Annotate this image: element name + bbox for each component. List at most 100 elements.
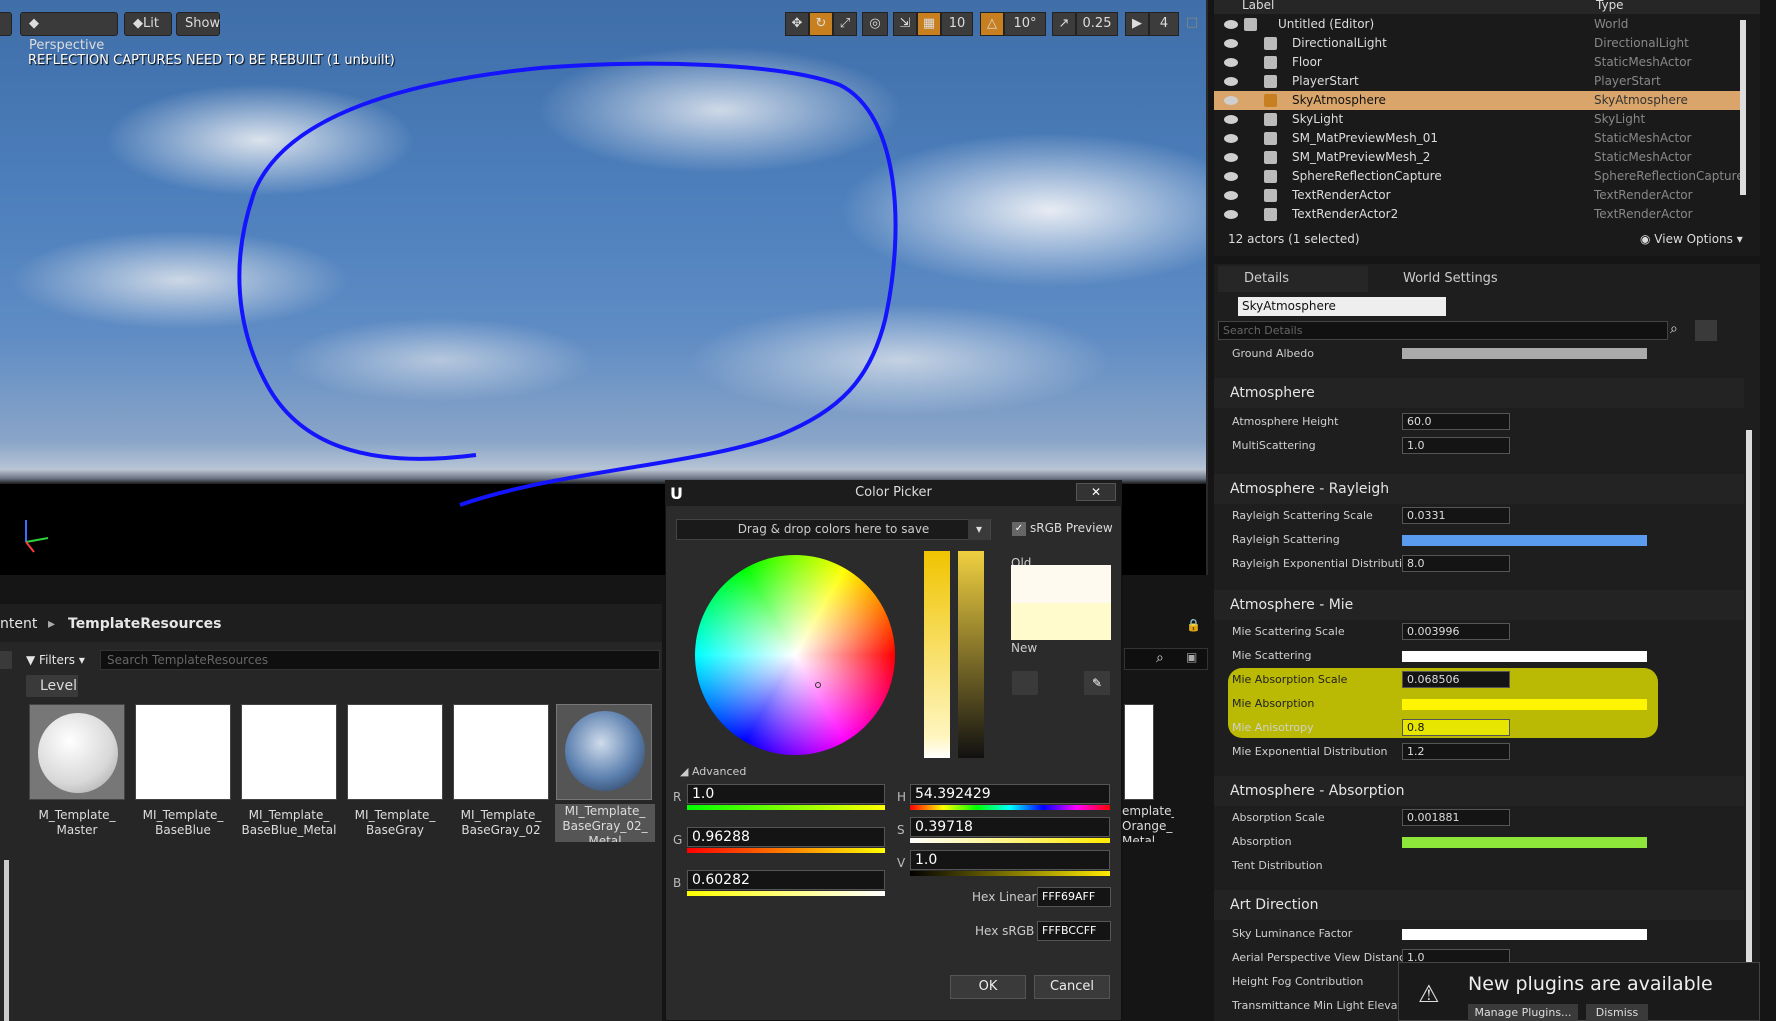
asset-thumb[interactable] xyxy=(241,704,337,800)
lock-icon[interactable]: 🔒 xyxy=(1186,618,1201,632)
wheel-cursor[interactable] xyxy=(815,682,821,688)
search-icon[interactable]: ⌕ xyxy=(1156,650,1164,666)
eye-icon[interactable] xyxy=(1224,153,1238,162)
value-slider[interactable] xyxy=(958,551,984,758)
outliner-row[interactable]: SM_MatPreviewMesh_2 StaticMeshActor xyxy=(1214,148,1744,167)
cancel-button[interactable]: Cancel xyxy=(1034,975,1110,999)
eye-icon[interactable] xyxy=(1224,172,1238,181)
level-filter-chip[interactable]: Level xyxy=(26,675,78,697)
v-input[interactable]: 1.0 xyxy=(910,850,1110,870)
g-input[interactable]: 0.96288 xyxy=(687,827,885,847)
outliner-scrollbar[interactable] xyxy=(1740,20,1746,195)
prop-row[interactable]: Tent Distribution xyxy=(1214,854,1744,878)
asset-thumb-selected[interactable] xyxy=(556,704,652,800)
section-mie[interactable]: Atmosphere - Mie xyxy=(1214,590,1744,620)
section-rayleigh[interactable]: Atmosphere - Rayleigh xyxy=(1214,474,1744,504)
asset-search-input[interactable]: Search TemplateResources xyxy=(100,650,660,670)
actor-name-field[interactable]: SkyAtmosphere xyxy=(1238,297,1446,316)
eye-icon[interactable] xyxy=(1224,134,1238,143)
outliner-row[interactable]: TextRenderActor TextRenderActor xyxy=(1214,186,1744,205)
eyedropper-icon[interactable]: ✎ xyxy=(1084,671,1110,695)
outliner-row[interactable]: SphereReflectionCapture SphereReflectionC… xyxy=(1214,167,1744,186)
outliner-row[interactable]: TextRenderActor2 TextRenderActor xyxy=(1214,205,1744,224)
eye-icon[interactable] xyxy=(1224,191,1238,200)
close-icon[interactable]: ✕ xyxy=(1076,483,1116,501)
r-gradient xyxy=(687,805,885,810)
saturation-slider[interactable] xyxy=(924,551,950,758)
rayleigh-scale-input[interactable]: 0.0331 xyxy=(1402,507,1510,524)
outliner-row[interactable]: SM_MatPreviewMesh_01 StaticMeshActor xyxy=(1214,129,1744,148)
eye-icon[interactable] xyxy=(1224,39,1238,48)
outliner-row[interactable]: PlayerStart PlayerStart xyxy=(1214,72,1744,91)
mie-absorption-swatch[interactable] xyxy=(1402,699,1647,710)
breadcrumb-templateresources[interactable]: TemplateResources xyxy=(68,616,221,632)
outliner-row[interactable]: DirectionalLight DirectionalLight xyxy=(1214,34,1744,53)
outliner-row[interactable]: Untitled (Editor) World xyxy=(1214,15,1744,34)
outliner-row[interactable]: SkyLight SkyLight xyxy=(1214,110,1744,129)
manage-plugins-button[interactable]: Manage Plugins... xyxy=(1468,1004,1578,1021)
rayleigh-scattering-swatch[interactable] xyxy=(1402,535,1647,546)
asset-thumb[interactable] xyxy=(29,704,125,800)
section-art-direction[interactable]: Art Direction xyxy=(1214,890,1744,920)
eye-icon[interactable] xyxy=(1224,115,1238,124)
view-options-button[interactable]: ◉ View Options ▾ xyxy=(1640,232,1743,246)
srgb-preview-checkbox[interactable]: ✓ xyxy=(1012,522,1026,536)
mie-anisotropy-input[interactable]: 0.8 xyxy=(1402,719,1510,736)
color-theme-dropzone[interactable]: Drag & drop colors here to save xyxy=(676,519,991,540)
eye-icon[interactable] xyxy=(1224,210,1238,219)
eye-icon[interactable] xyxy=(1224,96,1238,105)
b-input[interactable]: 0.60282 xyxy=(687,870,885,890)
mie-abs-scale-input[interactable]: 0.068506 xyxy=(1402,671,1510,688)
label-column[interactable]: Label xyxy=(1242,0,1274,12)
s-input[interactable]: 0.39718 xyxy=(910,817,1110,837)
eye-icon[interactable] xyxy=(1224,20,1238,29)
filters-button[interactable]: ▼ Filters ▾ xyxy=(26,650,85,670)
mie-exp-input[interactable]: 1.2 xyxy=(1402,743,1510,760)
ok-button[interactable]: OK xyxy=(950,975,1026,999)
outliner-header xyxy=(1214,0,1760,14)
atmosphere-height-input[interactable]: 60.0 xyxy=(1402,413,1510,430)
scrollbar[interactable] xyxy=(4,860,9,1021)
section-absorption[interactable]: Atmosphere - Absorption xyxy=(1214,776,1744,806)
asset-thumb[interactable] xyxy=(453,704,549,800)
hex-srgb-input[interactable]: FFFBCCFF xyxy=(1037,921,1111,941)
sky-luminance-swatch[interactable] xyxy=(1402,929,1647,940)
color-wheel-mode-icon[interactable] xyxy=(1012,671,1038,695)
search-icon[interactable]: ⌕ xyxy=(1670,321,1678,337)
type-column[interactable]: Type xyxy=(1596,0,1624,12)
advanced-toggle[interactable]: ◢ Advanced xyxy=(680,765,746,778)
r-input[interactable]: 1.0 xyxy=(687,784,885,804)
outliner-row-selected[interactable]: SkyAtmosphere SkyAtmosphere xyxy=(1214,91,1744,110)
h-input[interactable]: 54.392429 xyxy=(910,784,1110,804)
srgb-preview-label: sRGB Preview xyxy=(1030,521,1113,535)
hex-linear-input[interactable]: FFF69AFF xyxy=(1037,887,1111,907)
mie-scale-input[interactable]: 0.003996 xyxy=(1402,623,1510,640)
sources-toggle-icon[interactable] xyxy=(0,651,12,669)
tab-details[interactable]: Details xyxy=(1218,266,1368,292)
save-search-icon[interactable]: ▣ xyxy=(1186,650,1197,664)
tab-world-settings[interactable]: World Settings xyxy=(1375,266,1525,292)
eye-icon[interactable] xyxy=(1224,58,1238,67)
h-label: H xyxy=(897,790,907,804)
section-atmosphere[interactable]: Atmosphere xyxy=(1214,378,1744,408)
absorption-scale-input[interactable]: 0.001881 xyxy=(1402,809,1510,826)
axis-gizmo-icon xyxy=(25,520,49,553)
multiscattering-input[interactable]: 1.0 xyxy=(1402,437,1510,454)
asset-thumb[interactable] xyxy=(347,704,443,800)
rayleigh-exp-input[interactable]: 8.0 xyxy=(1402,555,1510,572)
absorption-swatch[interactable] xyxy=(1402,837,1647,848)
asset-thumb[interactable] xyxy=(135,704,231,800)
breadcrumb-content[interactable]: ntent xyxy=(0,616,37,632)
details-scrollbar[interactable] xyxy=(1746,430,1752,970)
asset-thumb[interactable] xyxy=(1124,704,1154,800)
details-search-input[interactable]: Search Details xyxy=(1218,321,1668,340)
mie-scattering-swatch[interactable] xyxy=(1402,651,1647,662)
color-wheel[interactable] xyxy=(695,555,895,755)
outliner-row[interactable]: Floor StaticMeshActor xyxy=(1214,53,1744,72)
reflection-capture-icon xyxy=(1264,170,1277,183)
dismiss-button[interactable]: Dismiss xyxy=(1586,1004,1648,1021)
chevron-down-icon[interactable]: ▾ xyxy=(968,519,990,540)
property-matrix-icon[interactable] xyxy=(1695,320,1717,341)
eye-icon[interactable] xyxy=(1224,77,1238,86)
ground-albedo-swatch[interactable] xyxy=(1402,348,1647,359)
